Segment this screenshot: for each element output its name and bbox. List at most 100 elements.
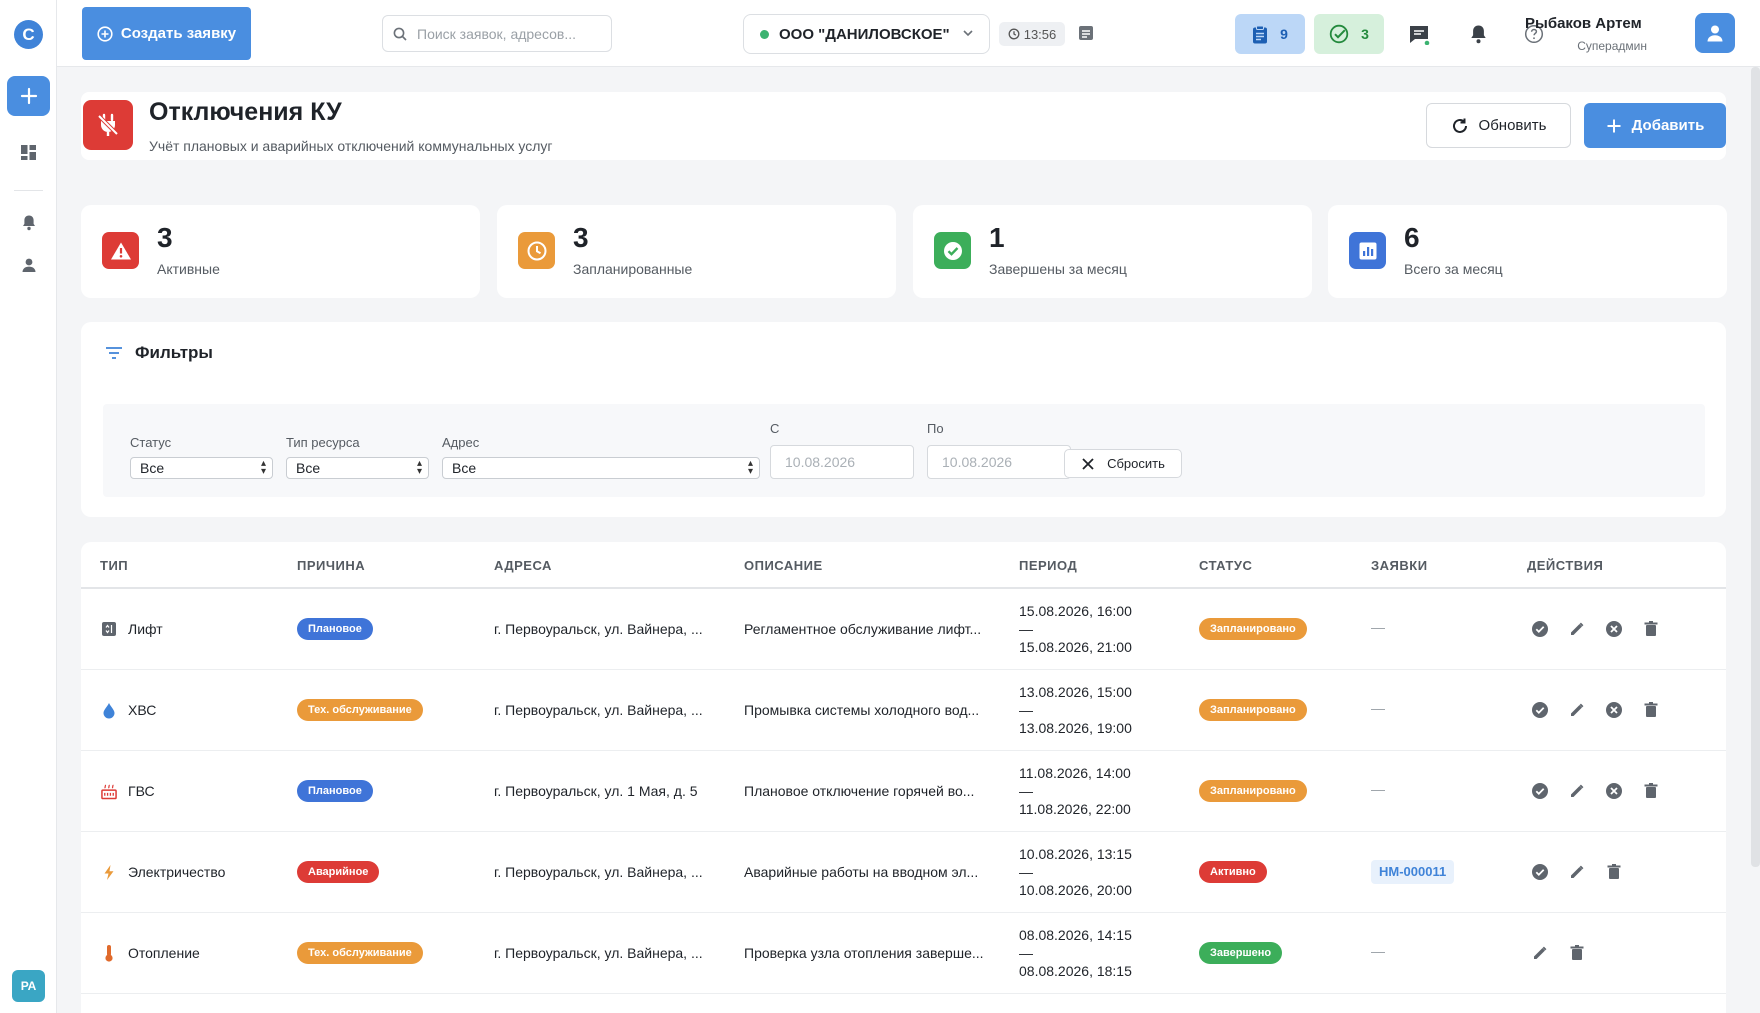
sidebar-add-button[interactable]: [7, 76, 50, 116]
page-header: Отключения КУ Учёт плановых и аварийных …: [81, 92, 1726, 160]
refresh-button[interactable]: Обновить: [1426, 103, 1571, 148]
table-row: Лифт Плановое г. Первоуральск, ул. Вайне…: [81, 589, 1726, 670]
stat-card-active: 3 Активные: [81, 205, 480, 298]
add-label: Добавить: [1631, 117, 1705, 134]
trash-icon[interactable]: [1604, 862, 1624, 882]
row-address: г. Первоуральск, ул. 1 Мая, д. 5: [494, 783, 698, 799]
notifications-bell-icon[interactable]: [1466, 22, 1490, 46]
edit-pencil-icon[interactable]: [1530, 943, 1550, 963]
clipboard-icon: [1253, 25, 1268, 43]
address-filter-select[interactable]: Все ▴ ▾: [442, 457, 760, 479]
user-role: Суперадмин: [1577, 39, 1647, 53]
period-end: 15.08.2026, 21:00: [1019, 639, 1132, 655]
date-to-input[interactable]: 10.08.2026: [927, 445, 1071, 479]
row-period: 10.08.2026, 13:15 — 10.08.2026, 20:00: [1019, 845, 1132, 899]
row-type: ХВС: [128, 702, 157, 718]
done-counter-button[interactable]: 3: [1314, 14, 1384, 54]
stat-value: 3: [157, 222, 173, 253]
row-type: Отопление: [128, 945, 200, 961]
row-period: 08.08.2026, 14:15 — 08.08.2026, 18:15: [1019, 926, 1132, 980]
period-start: 13.08.2026, 15:00: [1019, 684, 1132, 700]
cancel-circle-icon[interactable]: [1604, 700, 1624, 720]
row-description: Проверка узла отопления заверше...: [744, 945, 984, 961]
cancel-circle-icon[interactable]: [1604, 781, 1624, 801]
row-period: 13.08.2026, 15:00 — 13.08.2026, 19:00: [1019, 683, 1132, 737]
period-end: 11.08.2026, 22:00: [1019, 801, 1131, 817]
row-description: Регламентное обслуживание лифт...: [744, 621, 982, 637]
user-avatar[interactable]: [1695, 13, 1735, 53]
person-icon: [1707, 25, 1723, 42]
trash-icon[interactable]: [1641, 781, 1661, 801]
row-address: г. Первоуральск, ул. Вайнера, ...: [494, 945, 703, 961]
complete-action-icon[interactable]: [1530, 700, 1550, 720]
resource-filter-label: Тип ресурса: [286, 435, 360, 450]
resource-filter-select[interactable]: Все ▴ ▾: [286, 457, 429, 479]
resource-filter-value: Все: [296, 460, 321, 476]
refresh-icon: [1452, 118, 1467, 133]
page-scrollbar[interactable]: [1751, 67, 1760, 867]
address-filter-value: Все: [452, 460, 477, 476]
thermometer-icon: [101, 944, 117, 962]
bell-icon[interactable]: [19, 213, 38, 232]
close-icon: [1082, 457, 1094, 470]
chat-icon[interactable]: [1407, 22, 1431, 46]
trash-icon[interactable]: [1567, 943, 1587, 963]
trash-icon[interactable]: [1641, 700, 1661, 720]
edit-pencil-icon[interactable]: [1567, 700, 1587, 720]
organization-select[interactable]: ООО "ДАНИЛОВСКОЕ": [743, 14, 990, 54]
edit-pencil-icon[interactable]: [1567, 619, 1587, 639]
edit-pencil-icon[interactable]: [1567, 862, 1587, 882]
search-box[interactable]: [382, 15, 612, 52]
row-period: 15.08.2026, 16:00 — 15.08.2026, 21:00: [1019, 602, 1132, 656]
create-request-button[interactable]: Создать заявку: [82, 7, 251, 60]
plus-icon: [20, 87, 37, 105]
date-from-label: С: [770, 421, 780, 436]
status-filter-label: Статус: [130, 435, 172, 450]
reason-badge: Тех. обслуживание: [297, 699, 423, 721]
row-description: Промывка системы холодного вод...: [744, 702, 980, 718]
cancel-circle-icon[interactable]: [1604, 619, 1624, 639]
column-header-type: ТИП: [100, 558, 129, 573]
add-button[interactable]: Добавить: [1584, 103, 1726, 148]
dashboard-icon[interactable]: [19, 143, 38, 162]
request-link[interactable]: НМ-000011: [1371, 860, 1455, 884]
elevator-icon: [101, 620, 117, 638]
stat-label: Запланированные: [573, 261, 693, 277]
period-start: 08.08.2026, 14:15: [1019, 927, 1132, 943]
complete-action-icon[interactable]: [1530, 619, 1550, 639]
filters-panel: Фильтры Статус Все ▴ ▾ Тип ресурса Все ▴ ▾…: [81, 322, 1726, 517]
search-input[interactable]: [417, 25, 597, 42]
period-end: 08.08.2026, 18:15: [1019, 963, 1132, 979]
address-filter-label: Адрес: [442, 435, 480, 450]
table-row: ГВС Плановое г. Первоуральск, ул. 1 Мая,…: [81, 751, 1726, 832]
row-description: Плановое отключение горячей во...: [744, 783, 975, 799]
row-type: Лифт: [128, 621, 163, 637]
lightning-icon: [101, 863, 117, 881]
filters-body: Статус Все ▴ ▾ Тип ресурса Все ▴ ▾ Адрес В…: [103, 404, 1705, 497]
reset-filters-button[interactable]: Сбросить: [1064, 449, 1182, 478]
complete-action-icon[interactable]: [1530, 781, 1550, 801]
complete-action-icon[interactable]: [1530, 862, 1550, 882]
trash-icon[interactable]: [1641, 619, 1661, 639]
notes-icon[interactable]: [1077, 24, 1095, 47]
tasks-counter-button[interactable]: 9: [1235, 14, 1305, 54]
period-separator: —: [1019, 864, 1033, 880]
chevron-down-icon: [961, 26, 975, 44]
app-logo[interactable]: С: [14, 20, 43, 49]
check-circle-icon: [934, 232, 971, 269]
status-dot: [760, 29, 769, 39]
hot-water-icon: [101, 782, 117, 800]
sidebar-avatar[interactable]: РА: [12, 970, 45, 1002]
status-filter-select[interactable]: Все ▴ ▾: [130, 457, 273, 479]
row-address: г. Первоуральск, ул. Вайнера, ...: [494, 864, 703, 880]
column-header-status: СТАТУС: [1199, 558, 1253, 573]
user-icon[interactable]: [19, 255, 38, 274]
edit-pencil-icon[interactable]: [1567, 781, 1587, 801]
column-header-description: ОПИСАНИЕ: [744, 558, 823, 573]
table-row: ХВС Тех. обслуживание г. Первоуральск, у…: [81, 670, 1726, 751]
row-request: —: [1371, 781, 1385, 797]
date-from-input[interactable]: 10.08.2026: [770, 445, 914, 479]
column-header-reason: ПРИЧИНА: [297, 558, 366, 573]
stat-value: 3: [573, 222, 589, 253]
select-arrows-icon: ▴ ▾: [416, 458, 422, 477]
